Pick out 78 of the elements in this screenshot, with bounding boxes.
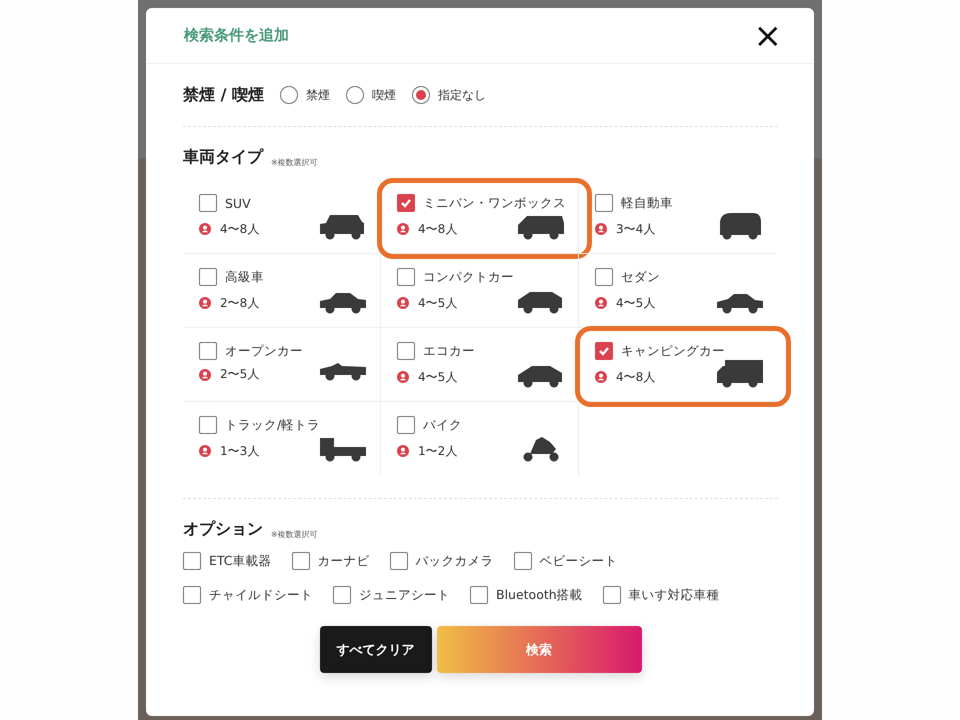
checkbox[interactable] [397,194,415,212]
person-icon [397,445,409,457]
capacity-text: 2〜5人 [220,366,260,383]
option-label: チャイルドシート [209,586,313,604]
radio-label: 喫煙 [372,86,396,104]
close-button[interactable]: × [750,18,786,52]
vehicle-type-label: セダン [621,268,660,286]
section-label: 禁煙 / 喫煙 [183,84,264,106]
checkbox[interactable] [595,194,613,212]
option-label: ジュニアシート [359,586,450,604]
person-icon [595,297,607,309]
person-icon [397,297,409,309]
radio-button[interactable] [412,86,430,104]
vehicle-type-label: コンパクトカー [423,268,514,286]
capacity-text: 4〜8人 [418,220,458,238]
person-icon [199,368,211,380]
checkbox[interactable] [183,586,201,604]
vehicle-type-label: 高級車 [225,268,264,286]
capacity-text: 4〜8人 [616,368,656,386]
section-note: ※複数選択可 [271,157,318,168]
checkbox[interactable] [595,268,613,286]
dialog-title: 検索条件を追加 [184,26,289,45]
checkbox[interactable] [199,342,217,360]
checkbox[interactable] [595,342,613,360]
option-label: Bluetooth搭載 [496,586,583,604]
vehicle-type-label: ミニバン・ワンボックス [423,194,566,212]
capacity-text: 4〜8人 [220,220,260,238]
radio-label: 指定なし [438,86,486,104]
person-icon [595,371,607,383]
section-label: オプション [183,519,263,540]
section-label: 車両タイプ [183,147,263,168]
option-label: ベビーシート [540,552,618,570]
camper-icon [715,358,765,388]
checkbox[interactable] [333,586,351,604]
checkbox[interactable] [602,586,621,604]
checkbox[interactable] [397,268,415,286]
capacity-text: 4〜5人 [616,294,656,312]
option-label: ETC車載器 [209,552,272,570]
person-icon [199,223,211,235]
check-icon [598,345,610,357]
checkbox[interactable] [397,416,415,434]
capacity-text: 1〜2人 [418,442,458,460]
vehicle-type-label: バイク [423,416,462,434]
radio-button[interactable] [346,86,364,104]
person-icon [199,445,211,457]
checkbox[interactable] [390,552,408,570]
checkbox[interactable] [470,586,488,604]
option-label: バックカメラ [416,552,494,570]
capacity-text: 3〜4人 [616,220,656,238]
person-icon [595,223,607,235]
section-note: ※複数選択可 [271,529,318,540]
clear-button[interactable]: すべてクリア [320,626,432,673]
person-icon [199,297,211,309]
vehicle-type-label: オープンカー [225,342,303,360]
person-icon [397,371,409,383]
person-icon [397,223,409,235]
option-label: 車いす対応車種 [628,586,720,604]
vehicle-type-label: エコカー [423,342,475,360]
checkbox[interactable] [514,552,532,570]
check-icon [400,197,412,209]
vehicle-type-label: 軽自動車 [621,194,673,212]
checkbox[interactable] [199,194,217,212]
convertible-icon [318,360,368,380]
checkbox[interactable] [397,342,415,360]
checkbox[interactable] [199,416,217,434]
vehicle-type-label: SUV [225,196,251,210]
vehicle-type-label: キャンピングカー [621,342,725,360]
radio-label: 禁煙 [306,86,330,104]
capacity-text: 4〜5人 [418,368,458,386]
checkbox[interactable] [183,552,201,570]
checkbox[interactable] [199,268,217,286]
radio-button[interactable] [280,86,298,104]
capacity-text: 2〜8人 [220,294,260,312]
vehicle-type-label: トラック/軽トラ [225,416,320,434]
checkbox[interactable] [292,552,310,570]
option-label: カーナビ [318,552,370,570]
capacity-text: 4〜5人 [418,294,458,312]
capacity-text: 1〜3人 [220,442,260,460]
